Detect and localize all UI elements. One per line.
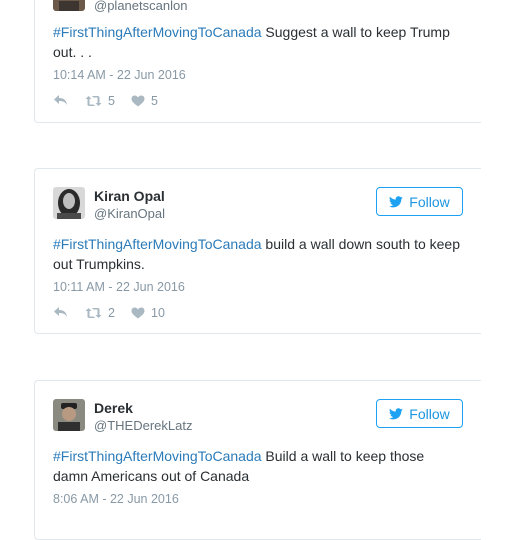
hashtag-link[interactable]: #FirstThingAfterMovingToCanada [53, 448, 262, 464]
tweet-text: #FirstThingAfterMovingToCanada Suggest a… [53, 22, 463, 62]
retweet-count: 5 [108, 94, 115, 108]
hashtag-link[interactable]: #FirstThingAfterMovingToCanada [53, 236, 262, 252]
avatar[interactable] [53, 399, 85, 431]
reply-icon [54, 307, 67, 317]
tweet-timestamp[interactable]: 10:11 AM - 22 Jun 2016 [53, 280, 185, 294]
retweet-count: 2 [108, 306, 115, 320]
retweet-icon [85, 308, 102, 318]
author-name: Derek [94, 400, 133, 416]
follow-label: Follow [409, 405, 450, 422]
like-button[interactable]: 10 [131, 306, 165, 320]
tweet-card: Derek @THEDerekLatz Follow #FirstThingAf… [34, 380, 481, 540]
tweet-card: @planetscanlon #FirstThingAfterMovingToC… [34, 0, 481, 123]
follow-button[interactable]: Follow [376, 187, 463, 216]
author-handle: @planetscanlon [94, 0, 188, 13]
follow-button[interactable]: Follow [376, 399, 463, 428]
reply-button[interactable] [53, 306, 68, 318]
twitter-bird-icon [389, 407, 404, 419]
avatar[interactable] [53, 0, 85, 11]
retweet-button[interactable]: 5 [85, 94, 115, 108]
heart-icon [131, 95, 145, 107]
hashtag-link[interactable]: #FirstThingAfterMovingToCanada [53, 24, 262, 40]
heart-icon [131, 307, 145, 319]
tweet-text: #FirstThingAfterMovingToCanada Build a w… [53, 446, 463, 486]
reply-button[interactable] [53, 94, 68, 106]
author-handle: @THEDerekLatz [94, 418, 193, 433]
author-handle: @KiranOpal [94, 206, 166, 221]
like-count: 5 [151, 94, 158, 108]
follow-label: Follow [409, 193, 450, 210]
like-button[interactable]: 5 [131, 94, 158, 108]
like-count: 10 [151, 306, 165, 320]
retweet-button[interactable]: 2 [85, 306, 115, 320]
retweet-icon [85, 96, 102, 106]
twitter-bird-icon [389, 195, 404, 207]
avatar[interactable] [53, 187, 85, 219]
tweet-text: #FirstThingAfterMovingToCanada build a w… [53, 234, 463, 274]
tweet-timestamp[interactable]: 8:06 AM - 22 Jun 2016 [53, 492, 179, 506]
reply-icon [54, 95, 67, 105]
tweet-timestamp[interactable]: 10:14 AM - 22 Jun 2016 [53, 68, 186, 82]
tweet-card: Kiran Opal @KiranOpal Follow #FirstThing… [34, 168, 481, 334]
author-name: Kiran Opal [94, 188, 165, 204]
